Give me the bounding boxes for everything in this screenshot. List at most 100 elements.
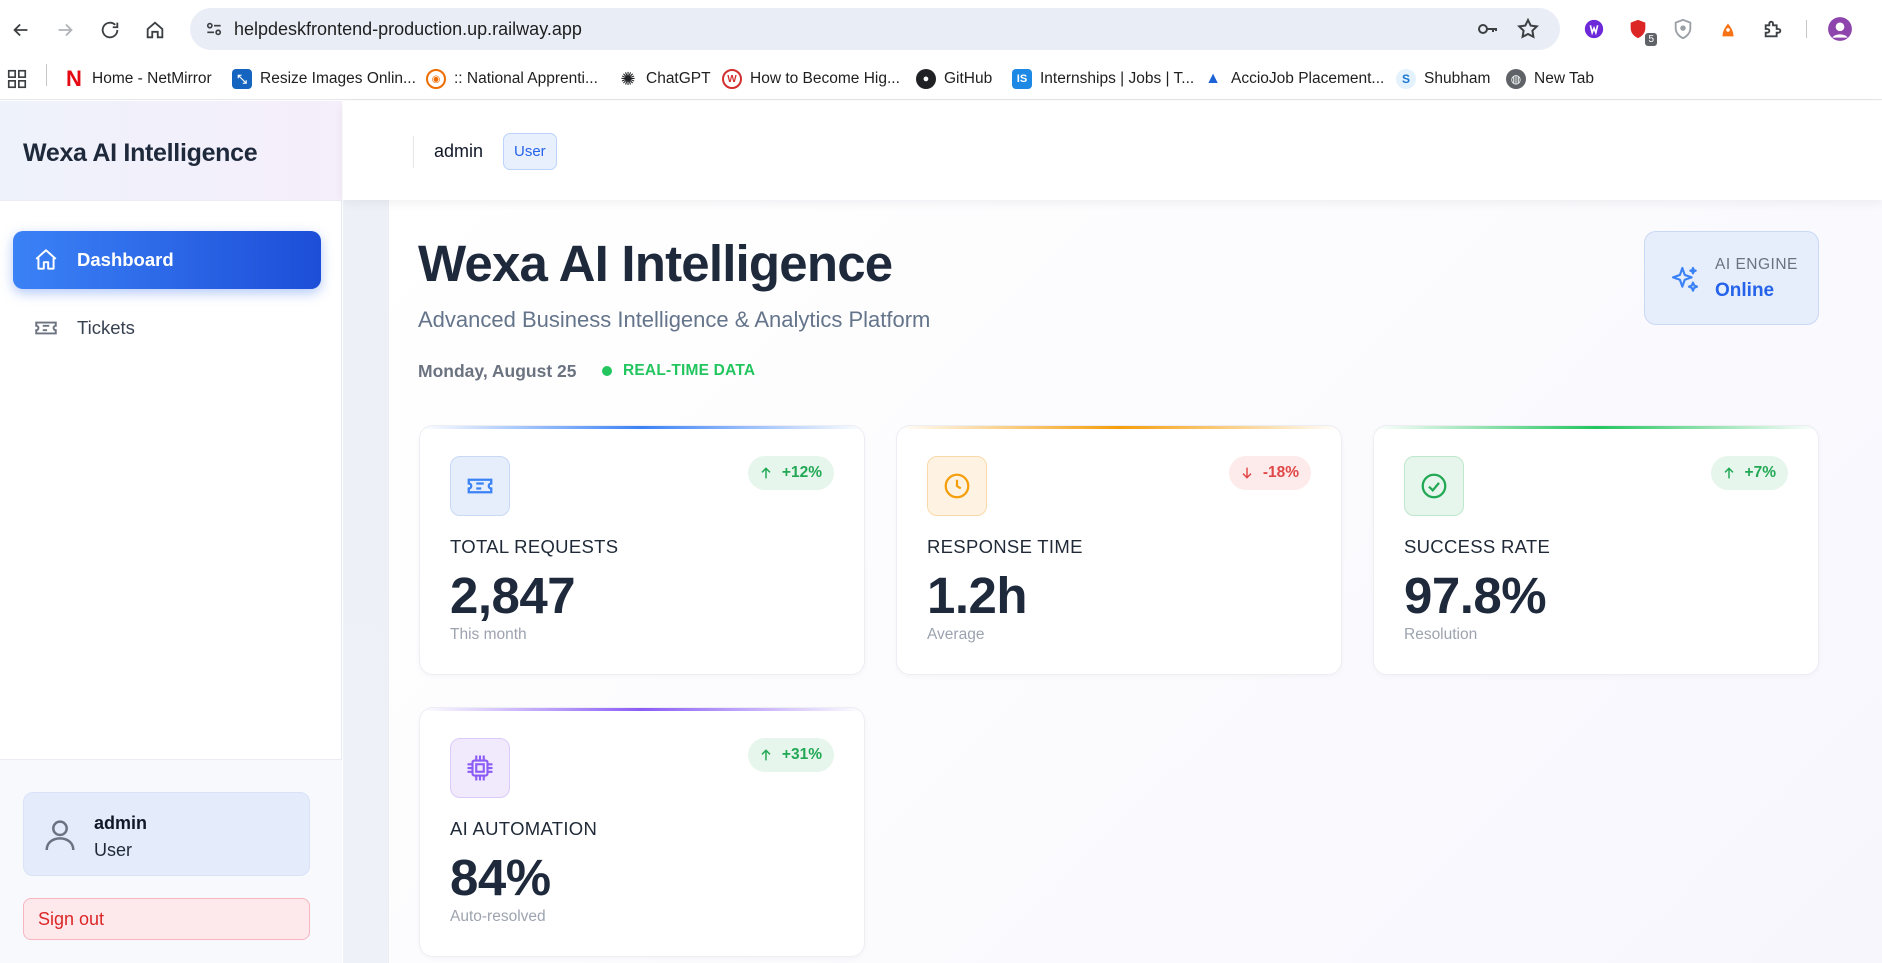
topbar-username: admin <box>434 141 484 161</box>
sidebar-item-dashboard[interactable]: Dashboard <box>13 231 321 289</box>
bookmark-shubham[interactable]: S Shubham <box>1396 66 1490 92</box>
ticket-icon <box>467 478 493 494</box>
address-bar[interactable]: helpdeskfrontend-production.up.railway.a… <box>190 8 1560 50</box>
home-icon <box>35 249 57 270</box>
app-topbar: admin User <box>343 101 1882 200</box>
sign-out-button[interactable]: Sign out <box>23 898 310 940</box>
live-dot-icon <box>602 366 612 376</box>
reload-button[interactable] <box>92 12 128 48</box>
sidebar-item-label: Tickets <box>77 317 135 338</box>
stat-card-response-time: -18% RESPONSE TIME 1.2h Average <box>896 425 1342 675</box>
app-sidebar: Wexa AI Intelligence Dashboard Tickets a… <box>0 101 342 963</box>
stat-label: AI AUTOMATION <box>450 818 598 839</box>
apprenticeship-icon: ◉ <box>426 69 446 89</box>
card-accent <box>420 426 864 429</box>
stat-icon-box <box>450 738 510 798</box>
card-accent <box>420 708 864 711</box>
stat-icon-box <box>927 456 987 516</box>
stat-icon-box <box>1404 456 1464 516</box>
stat-label: SUCCESS RATE <box>1404 536 1551 557</box>
sparkles-icon <box>1671 266 1699 292</box>
toolbar-divider <box>1806 20 1807 38</box>
realtime-indicator: REAL-TIME DATA <box>602 362 755 380</box>
extension-shield-red-icon[interactable]: 5 <box>1623 14 1657 46</box>
arrow-up-icon <box>761 749 771 761</box>
topbar-divider <box>413 136 414 168</box>
sidebar-item-tickets[interactable]: Tickets <box>13 299 321 357</box>
trend-value: +12% <box>781 464 822 481</box>
home-button[interactable] <box>137 12 173 48</box>
resize-images-icon: ⤡ <box>232 69 252 89</box>
brand-header: Wexa AI Intelligence <box>0 101 342 201</box>
stat-card-total-requests: +12% TOTAL REQUESTS 2,847 This month <box>419 425 865 675</box>
github-icon: ● <box>916 69 936 89</box>
chatgpt-icon: ✺ <box>620 68 636 89</box>
bookmark-label: GitHub <box>944 70 993 87</box>
bookmark-label: Internships | Jobs | T... <box>1040 70 1195 87</box>
article-icon: W <box>722 69 742 89</box>
current-date: Monday, August 25 <box>418 361 577 381</box>
acciojob-icon: ▲ <box>1205 70 1221 87</box>
bookmark-label: Home - NetMirror <box>92 70 212 87</box>
role-badge: User <box>503 133 557 170</box>
stat-label: TOTAL REQUESTS <box>450 536 619 557</box>
arrow-right-icon <box>58 23 73 37</box>
bookmark-label: Resize Images Onlin... <box>260 70 416 87</box>
bookmark-netmirror[interactable]: N Home - NetMirror <box>64 66 212 92</box>
password-key-icon[interactable] <box>1476 17 1500 41</box>
url-text: helpdeskfrontend-production.up.railway.a… <box>234 19 582 39</box>
stat-value: 1.2h <box>927 567 1028 624</box>
trend-value: +31% <box>781 746 822 763</box>
cpu-icon <box>467 755 493 781</box>
ai-engine-label: AI ENGINE <box>1715 256 1798 273</box>
back-button[interactable] <box>3 12 39 48</box>
stat-caption: Average <box>927 626 985 643</box>
extension-purple-icon[interactable] <box>1579 14 1609 44</box>
clock-icon <box>944 473 970 499</box>
shubham-icon: S <box>1396 69 1416 89</box>
bookmark-national-apprenticeship[interactable]: ◉ :: National Apprenti... <box>426 66 598 92</box>
arrow-down-icon <box>1242 467 1252 479</box>
trend-value: +7% <box>1744 464 1776 481</box>
netmirror-icon: N <box>66 66 82 91</box>
stat-value: 97.8% <box>1404 567 1547 624</box>
home-icon <box>146 21 164 39</box>
bookmark-label: New Tab <box>1534 70 1595 87</box>
bookmark-new-tab[interactable]: ◍ New Tab <box>1506 66 1594 92</box>
profile-avatar[interactable] <box>1825 14 1855 44</box>
trend-badge: -18% <box>1228 456 1311 490</box>
stat-value: 84% <box>450 849 551 906</box>
bookmark-how-to-become[interactable]: W How to Become Hig... <box>722 66 900 92</box>
site-info-icon[interactable] <box>200 15 228 43</box>
stat-caption: Resolution <box>1404 626 1478 643</box>
bookmark-star-icon[interactable] <box>1516 17 1540 41</box>
trend-badge: +12% <box>747 456 834 490</box>
bookmark-github[interactable]: ● GitHub <box>916 66 992 92</box>
apps-button[interactable] <box>6 66 28 92</box>
stat-caption: This month <box>450 626 527 643</box>
extension-orange-icon[interactable] <box>1713 14 1743 44</box>
sidebar-item-label: Dashboard <box>77 249 174 270</box>
forward-button[interactable] <box>47 12 83 48</box>
globe-icon: ◍ <box>1506 69 1526 89</box>
ai-engine-status: AI ENGINE Online <box>1644 231 1819 325</box>
trend-value: -18% <box>1262 464 1299 481</box>
extension-shield-gray-icon[interactable] <box>1668 14 1698 44</box>
ai-engine-value: Online <box>1715 280 1775 301</box>
stat-card-ai-automation: +31% AI AUTOMATION 84% Auto-resolved <box>419 707 865 957</box>
bookmark-label: ChatGPT <box>646 70 711 87</box>
bookmark-resize-images[interactable]: ⤡ Resize Images Onlin... <box>232 66 416 92</box>
bookmark-internshala[interactable]: IS Internships | Jobs | T... <box>1012 66 1194 92</box>
stat-value: 2,847 <box>450 567 576 624</box>
browser-toolbar: helpdeskfrontend-production.up.railway.a… <box>0 0 1882 58</box>
stat-card-success-rate: +7% SUCCESS RATE 97.8% Resolution <box>1373 425 1819 675</box>
page-title: Wexa AI Intelligence <box>418 235 893 292</box>
extensions-puzzle-icon[interactable] <box>1758 14 1788 44</box>
trend-badge: +7% <box>1710 456 1788 490</box>
bookmark-chatgpt[interactable]: ✺ ChatGPT <box>618 66 711 92</box>
bookmark-acciojob[interactable]: ▲ AccioJob Placement... <box>1203 66 1384 92</box>
bookmark-label: Shubham <box>1424 70 1491 87</box>
user-avatar-icon <box>45 820 75 851</box>
reload-icon <box>101 21 119 39</box>
stat-caption: Auto-resolved <box>450 908 546 925</box>
